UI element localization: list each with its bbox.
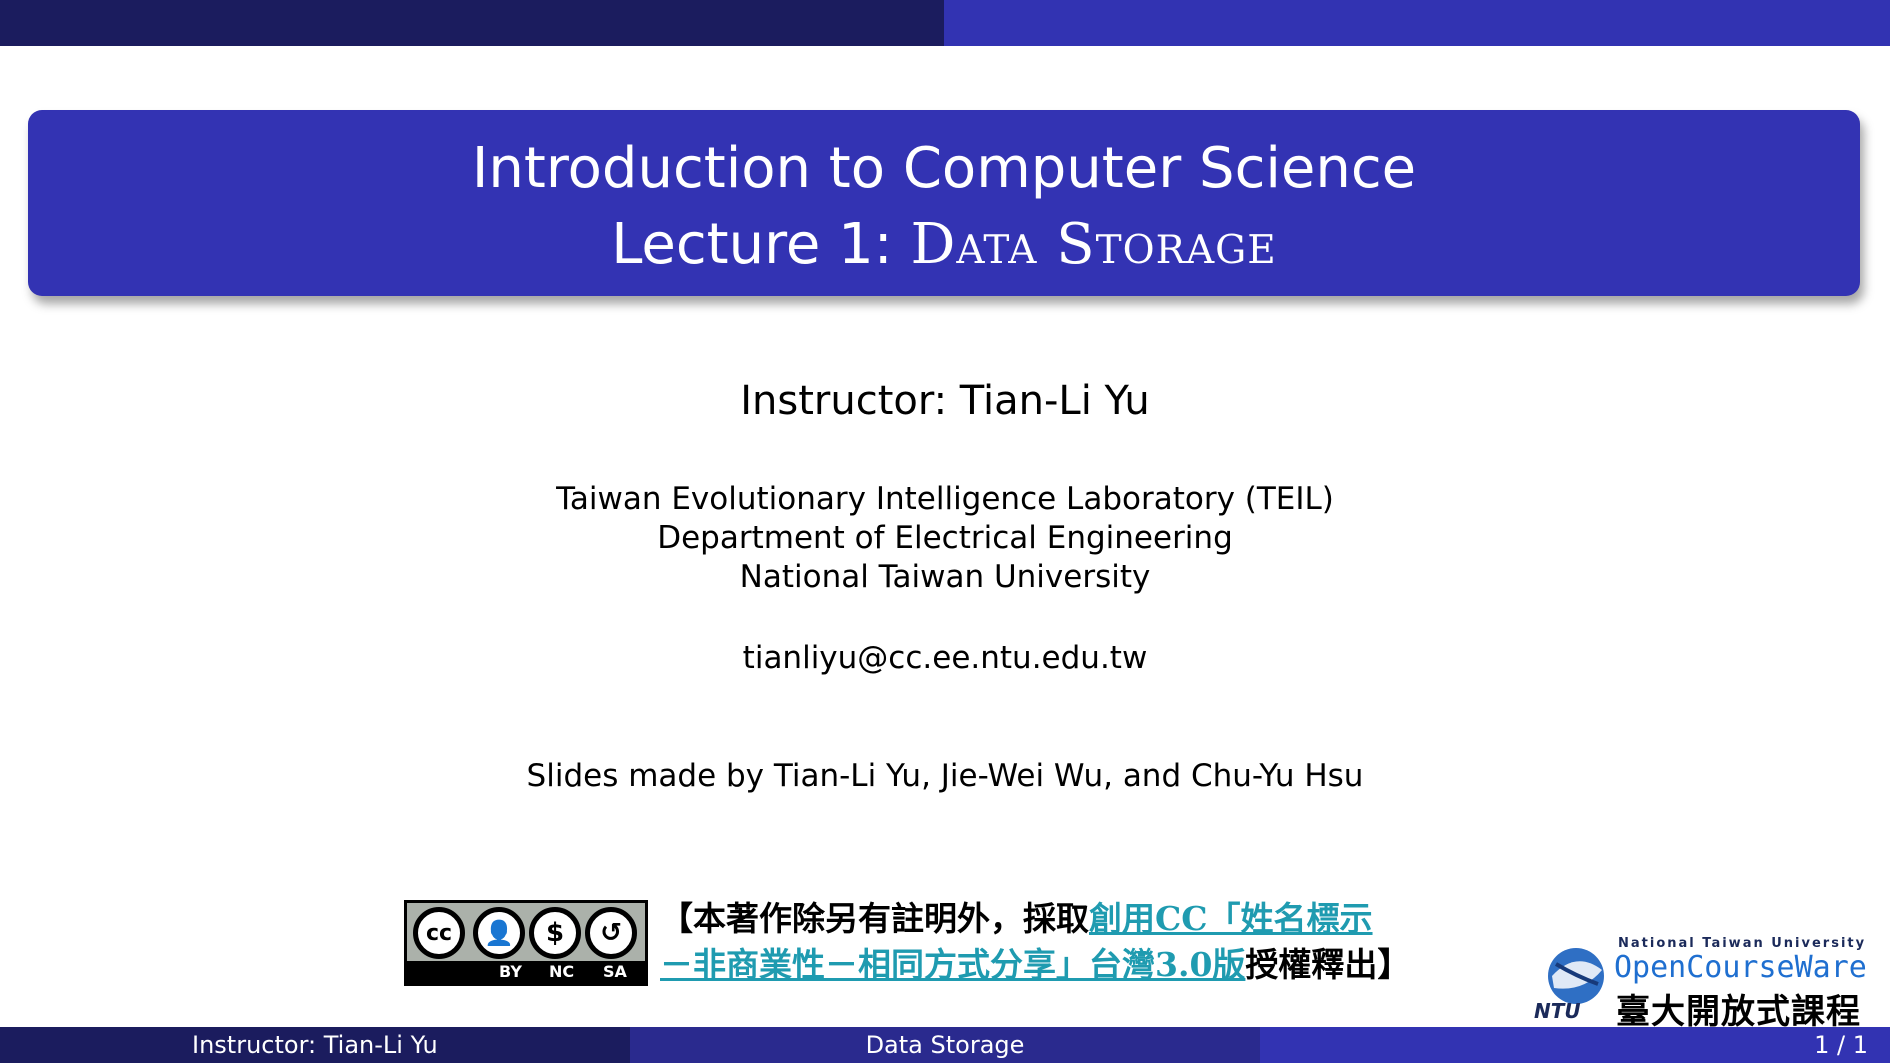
lecture-number: Lecture 1:	[611, 212, 893, 277]
creative-commons-badge[interactable]: cc 👤 $ ↺ BY NC SA	[404, 900, 648, 986]
affiliation-lab: Taiwan Evolutionary Intelligence Laborat…	[556, 481, 1334, 517]
ocw-chinese-text: 臺大開放式課程	[1616, 992, 1861, 1032]
noncommercial-icon: $	[529, 907, 581, 959]
title-block: Introduction to Computer Science Lecture…	[28, 110, 1860, 296]
badge-label-nc: NC	[549, 962, 575, 981]
attribution-icon: 👤	[473, 907, 525, 959]
top-bar-right-segment	[944, 0, 1890, 46]
instructor-name: Instructor: Tian-Li Yu	[740, 378, 1150, 424]
affiliation-department: Department of Electrical Engineering	[657, 520, 1233, 556]
ocw-globe-icon: NTU	[1534, 948, 1604, 1022]
svg-text:NTU: NTU	[1534, 999, 1581, 1022]
cc-icon: cc	[413, 907, 465, 959]
slide-credits: Slides made by Tian-Li Yu, Jie-Wei Wu, a…	[526, 758, 1364, 794]
lecture-topic: Data Storage	[910, 212, 1277, 277]
lecture-title: Lecture 1: Data Storage	[28, 212, 1860, 278]
ocw-brand-text: OpenCourseWare	[1614, 950, 1867, 985]
badge-label-sa: SA	[603, 962, 627, 981]
badge-label-strip: BY NC SA	[407, 961, 645, 983]
ntu-ocw-logo: NTU National Taiwan University OpenCours…	[1532, 932, 1872, 1032]
top-navigation-bar	[0, 0, 1890, 46]
footer-center: Data Storage	[630, 1027, 1260, 1063]
ocw-university-text: National Taiwan University	[1618, 936, 1867, 951]
course-title: Introduction to Computer Science	[471, 136, 1417, 201]
badge-label-by: BY	[499, 962, 522, 981]
license-statement: 【本著作除另有註明外，採取創用CC「姓名標示 －非商業性－相同方式分享」台灣3.…	[660, 896, 1480, 988]
top-bar-left-segment	[0, 0, 944, 46]
license-suffix: 授權釋出】	[1245, 945, 1411, 984]
license-prefix: 【本著作除另有註明外，採取	[660, 899, 1089, 938]
footer-page-number: 1 / 1	[1260, 1027, 1890, 1063]
footer-left: Instructor: Tian-Li Yu	[0, 1027, 630, 1063]
affiliation-university: National Taiwan University	[739, 559, 1151, 595]
license-link-line2[interactable]: －非商業性－相同方式分享」台灣3.0版	[660, 945, 1245, 984]
instructor-email: tianliyu@cc.ee.ntu.edu.tw	[742, 640, 1148, 676]
sharealike-icon: ↺	[585, 907, 637, 959]
license-link-line1[interactable]: 創用CC「姓名標示	[1089, 899, 1373, 938]
footer-bar: Instructor: Tian-Li Yu Data Storage 1 / …	[0, 1027, 1890, 1063]
affiliation-block: Taiwan Evolutionary Intelligence Laborat…	[0, 480, 1890, 597]
footer-instructor: Instructor: Tian-Li Yu	[192, 1031, 438, 1059]
